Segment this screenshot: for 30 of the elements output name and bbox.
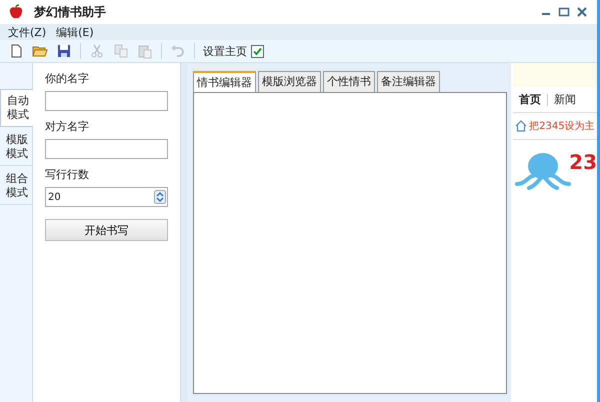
field-label: 写行行数: [45, 167, 90, 182]
mode-tab[interactable]: 组合模式: [0, 168, 32, 205]
editor-tab[interactable]: 个性情书: [323, 71, 376, 92]
field-label: 对方名字: [45, 119, 90, 134]
menu-item[interactable]: 文件(Z): [8, 24, 46, 40]
mode-tab[interactable]: 模版模式: [0, 129, 32, 166]
splitter-handle[interactable]: [180, 63, 188, 402]
field-label: 你的名字: [45, 71, 90, 86]
logo-text: 23: [569, 150, 597, 174]
menu-item[interactable]: 编辑(E): [56, 24, 94, 40]
homepage-link[interactable]: 把2345设为主: [529, 119, 595, 133]
homepage-label: 设置主页: [203, 44, 247, 58]
maximize-button[interactable]: [557, 5, 571, 19]
nav-link[interactable]: 新闻: [554, 92, 576, 107]
close-button[interactable]: [575, 5, 589, 19]
octopus-icon: [515, 150, 572, 190]
editor-tab[interactable]: 备注编辑器: [377, 71, 440, 92]
start-button[interactable]: 开始书写: [45, 219, 168, 241]
input-field[interactable]: [45, 139, 168, 159]
mode-tab[interactable]: 自动模式: [0, 89, 33, 127]
number-field[interactable]: 20: [45, 187, 168, 207]
nav-link[interactable]: 首页: [519, 92, 542, 107]
editor-tab[interactable]: 情书编辑器: [193, 71, 256, 92]
window-title: 梦幻情书助手: [34, 4, 106, 20]
homepage-checkbox[interactable]: [251, 44, 264, 58]
spinner-arrows-icon[interactable]: [154, 190, 166, 204]
house-icon: [515, 120, 528, 132]
editor-tab[interactable]: 模版浏览器: [258, 71, 322, 92]
apple-icon: [8, 4, 24, 20]
input-field[interactable]: [45, 91, 168, 111]
